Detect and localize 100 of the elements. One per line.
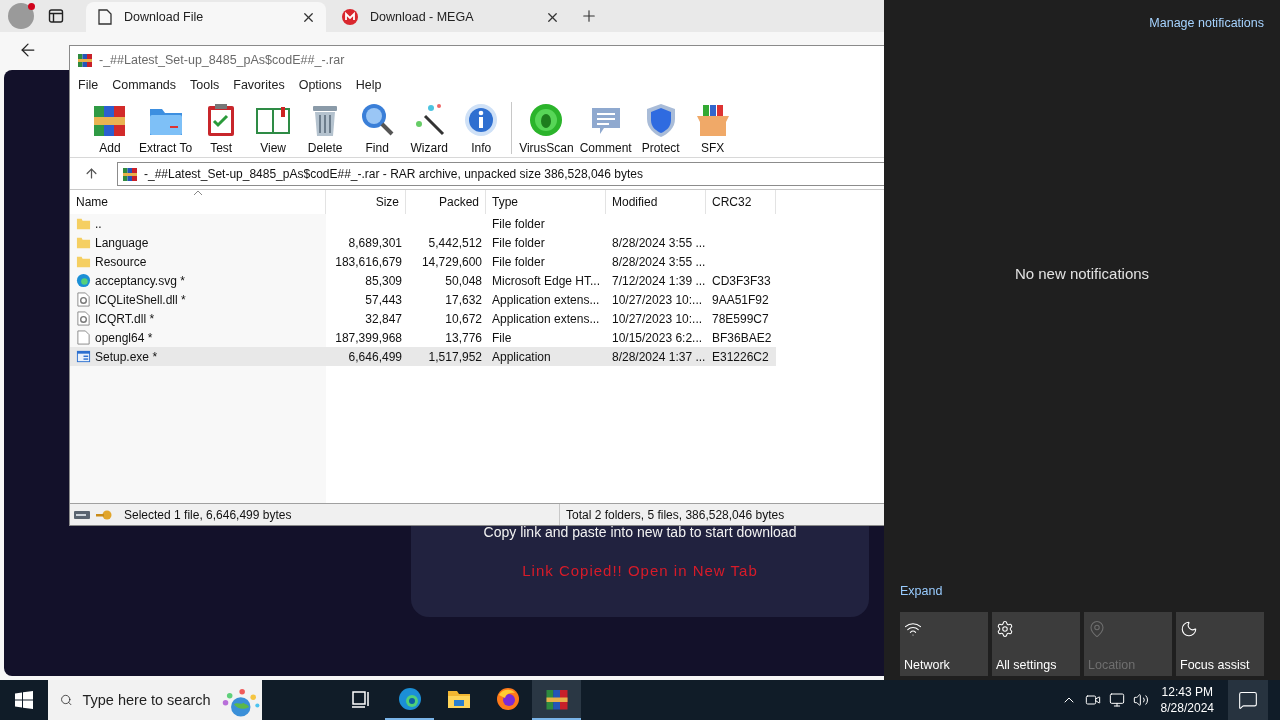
toolbar-button[interactable]: Comment — [576, 102, 635, 155]
toolbar-button[interactable]: Test — [195, 102, 248, 155]
file-row[interactable]: ICQRT.dll * 32,847 10,672 Application extens... 10/27/2023 10:... 78E599C7 — [70, 309, 776, 328]
search-field[interactable]: Type here to search — [80, 691, 221, 709]
crc-cell: 9AA51F92 — [712, 292, 769, 307]
up-icon[interactable] — [84, 166, 99, 181]
menu-item[interactable]: Favorites — [228, 78, 290, 92]
folder-icon — [76, 235, 91, 250]
toolbar-button[interactable]: SFX — [686, 102, 739, 155]
folder-icon — [76, 254, 91, 269]
quick-action-tile[interactable]: Network — [900, 612, 988, 676]
file-name: Resource — [95, 254, 147, 269]
file-name: Setup.exe * — [95, 349, 158, 364]
menu-item[interactable]: Help — [350, 78, 387, 92]
column-header[interactable]: Packed — [406, 190, 486, 214]
books-icon — [544, 687, 569, 711]
expand-link[interactable]: Expand — [900, 584, 1264, 598]
toolbar-button[interactable]: View — [247, 102, 300, 155]
path-field[interactable]: -_##Latest_Set-up_8485_pAs$codE##_-.rar - RAR archive, unpacked size 386,528,046 bytes — [117, 161, 884, 186]
network-icon[interactable] — [1108, 692, 1125, 708]
file-row[interactable]: ICQLiteShell.dll * 57,443 17,632 Application extens... 10/27/2023 10:... 9AA51F92 — [70, 290, 776, 309]
books-icon — [77, 52, 93, 68]
quick-action-tile[interactable]: All settings — [992, 612, 1080, 676]
size-cell: 6,646,499 — [348, 349, 402, 364]
menu-item[interactable]: Commands — [107, 78, 182, 92]
settings-icon — [996, 620, 1014, 638]
column-header[interactable]: Size — [326, 190, 406, 214]
notification-button[interactable] — [1228, 680, 1268, 720]
sort-caret-icon — [192, 190, 203, 196]
tab-actions-icon[interactable] — [48, 8, 64, 24]
type-cell: Microsoft Edge HT... — [492, 273, 601, 288]
packed-cell: 13,776 — [445, 330, 482, 345]
type-cell: File folder — [492, 254, 545, 269]
clock[interactable]: 12:43 PM 8/28/2024 — [1160, 684, 1214, 716]
camera-icon[interactable] — [1084, 692, 1101, 708]
browser-tab[interactable]: Download File — [86, 2, 326, 32]
packed-cell: 5,442,512 — [428, 235, 482, 250]
packed-cell: 17,632 — [445, 292, 482, 307]
toolbar-button[interactable]: Extract To — [136, 102, 196, 155]
application-icon — [76, 349, 91, 364]
type-cell: Application extens... — [492, 311, 600, 326]
size-cell: 32,847 — [365, 311, 402, 326]
column-header[interactable]: CRC32 — [706, 190, 776, 214]
modified-cell: 10/15/2023 6:2... — [612, 330, 703, 345]
mega-logo-icon — [342, 9, 358, 25]
books-icon — [122, 165, 138, 182]
packed-cell: 14,729,600 — [421, 254, 482, 269]
window-title: -_##Latest_Set-up_8485_pAs$codE##_-.rar — [99, 53, 345, 67]
crc-cell: E31226C2 — [712, 349, 769, 364]
file-row[interactable]: opengl64 * 187,399,968 13,776 File 10/15/2023 6:2... BF36BAE2 — [70, 328, 776, 347]
folder-icon — [76, 216, 91, 231]
file-name: Language — [95, 235, 149, 250]
toolbar-button[interactable]: Wizard — [403, 102, 456, 155]
toolbar-button[interactable]: Info — [455, 102, 508, 155]
manage-link[interactable]: Manage notifications — [1149, 16, 1264, 30]
column-header[interactable]: Modified — [606, 190, 706, 214]
file-row[interactable]: Resource 183,616,679 14,729,600 File folder 8/28/2024 3:55 ... — [70, 252, 776, 271]
menu-item[interactable]: File — [73, 78, 104, 92]
modified-cell: 7/12/2024 1:39 ... — [612, 273, 706, 288]
firefox-icon — [494, 686, 521, 712]
file-row[interactable]: acceptancy.svg * 85,309 50,048 Microsoft Edge HT... 7/12/2024 1:39 ... CD3F3F33 — [70, 271, 776, 290]
file-row[interactable]: .. File folder — [70, 214, 776, 233]
file-row[interactable]: Language 8,689,301 5,442,512 File folder 8/28/2024 3:55 ... — [70, 233, 776, 252]
modified-cell: 8/28/2024 1:37 ... — [612, 349, 706, 364]
taskbar-app[interactable] — [532, 680, 581, 720]
toolbar-button[interactable]: VirusScan — [516, 102, 577, 155]
toolbar-button[interactable]: Find — [351, 102, 404, 155]
menu-item[interactable]: Options — [293, 78, 347, 92]
profile-avatar[interactable] — [8, 3, 34, 29]
packed-cell: 10,672 — [445, 311, 482, 326]
modified-cell: 10/27/2023 10:... — [612, 311, 703, 326]
size-cell: 187,399,968 — [335, 330, 402, 345]
file-name: opengl64 * — [95, 330, 153, 345]
toolbar-button[interactable]: Protect — [634, 102, 687, 155]
browser-tab[interactable]: Download - MEGA — [330, 2, 570, 32]
file-name: ICQRT.dll * — [95, 311, 155, 326]
column-header[interactable]: Type — [486, 190, 606, 214]
total-status: Total 2 folders, 5 files, 386,528,046 bytes — [565, 507, 785, 522]
menu-item[interactable]: Tools — [185, 78, 225, 92]
new-tab-icon[interactable] — [580, 7, 598, 25]
size-cell: 8,689,301 — [348, 235, 402, 250]
key-icon — [96, 508, 112, 521]
message-icon — [1238, 690, 1258, 710]
toolbar-button[interactable]: Delete — [299, 102, 352, 155]
file-name: ICQLiteShell.dll * — [95, 292, 186, 307]
search-box[interactable]: Type here to search — [48, 680, 262, 720]
file-row[interactable]: Setup.exe * 6,646,499 1,517,952 Application 8/28/2024 1:37 ... E31226C2 — [70, 347, 776, 366]
column-header[interactable]: Name — [70, 190, 326, 214]
status-message: Link Copied!! Open in New Tab — [522, 562, 758, 579]
bug-icon — [528, 102, 565, 138]
drive-icon — [74, 509, 90, 520]
instruction-text: Copy link and paste into new tab to start download — [483, 524, 797, 540]
type-cell: File — [492, 330, 512, 345]
quick-action-tile[interactable]: Focus assist — [1176, 612, 1264, 676]
toolbar-button[interactable]: Add — [84, 102, 136, 155]
type-cell: Application extens... — [492, 292, 600, 307]
crc-cell: CD3F3F33 — [712, 273, 771, 288]
selection-status: Selected 1 file, 6,646,499 bytes — [123, 507, 292, 522]
windows-logo-icon — [15, 691, 33, 709]
volume-icon[interactable] — [1132, 692, 1149, 708]
